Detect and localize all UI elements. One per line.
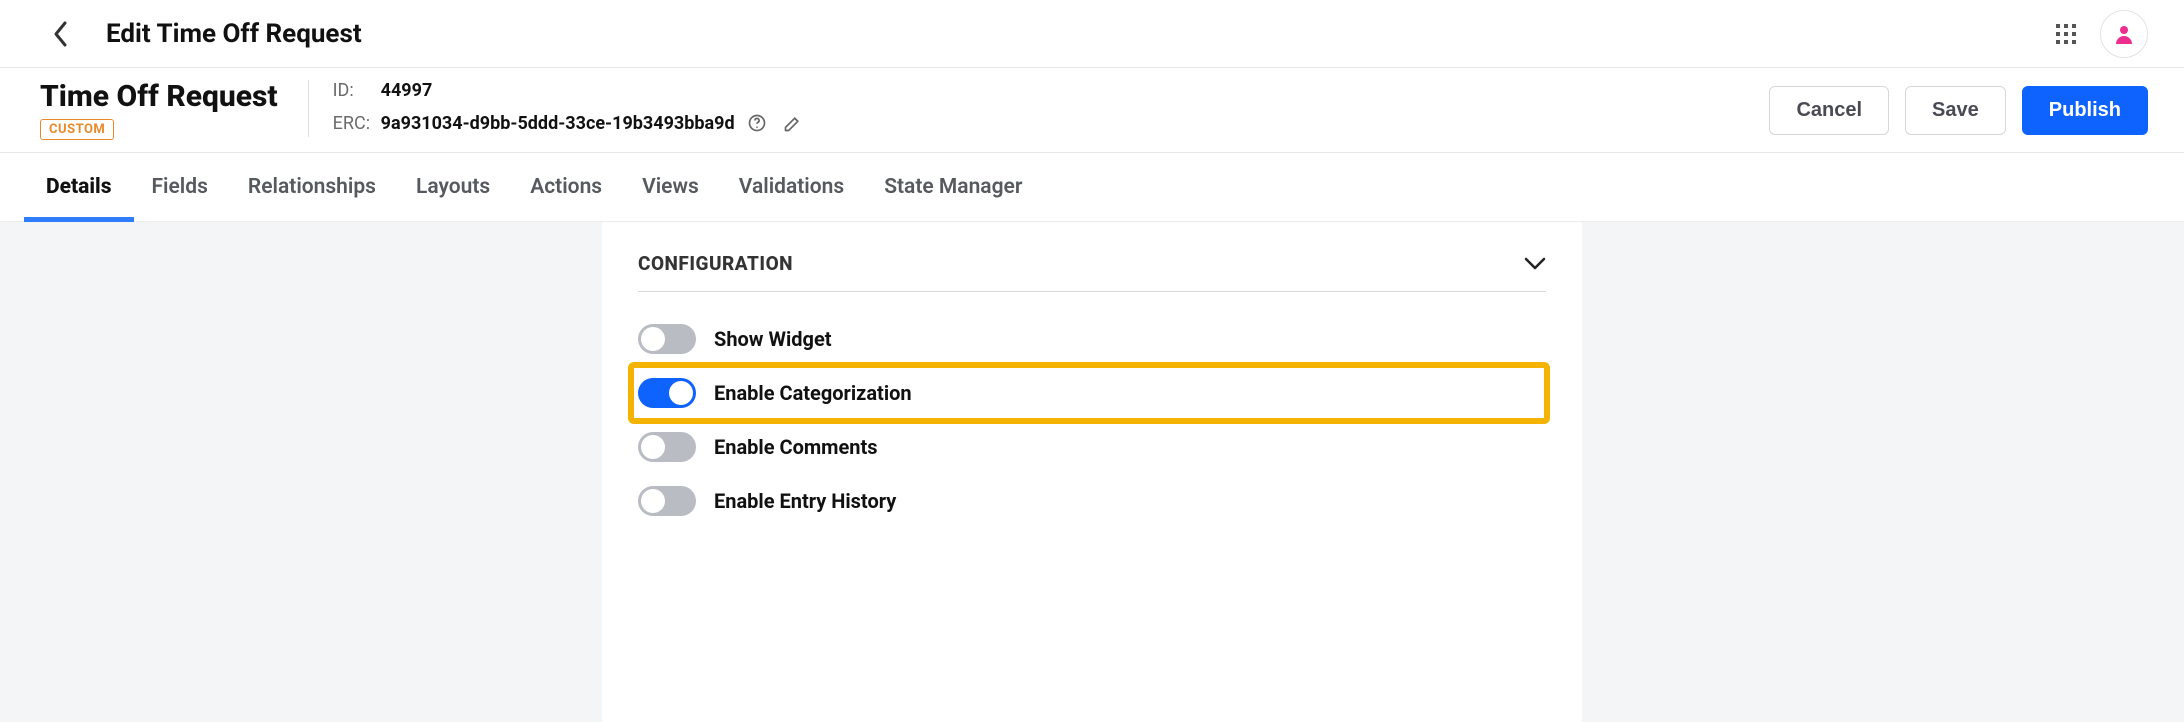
topbar-left: Edit Time Off Request [46,19,362,49]
toggle-knob [641,435,665,459]
entity-id-row: ID: 44997 [333,80,807,101]
entity-name: Time Off Request [40,80,278,113]
save-button[interactable]: Save [1905,86,2006,135]
tab-relationships[interactable]: Relationships [248,153,376,221]
tab-actions[interactable]: Actions [530,153,602,221]
back-button[interactable] [46,19,76,49]
toggle-knob [641,489,665,513]
entity-block: Time Off Request CUSTOM [40,80,278,140]
toggle-enable-comments[interactable] [638,432,696,462]
erc-help-button[interactable] [743,109,771,137]
toggle-label: Enable Entry History [714,489,896,513]
tab-views[interactable]: Views [642,153,699,221]
cancel-button[interactable]: Cancel [1769,86,1889,135]
tab-fields[interactable]: Fields [152,153,208,221]
toggle-enable-entry-history[interactable] [638,486,696,516]
erc-value: 9a931034-d9bb-5ddd-33ce-19b3493bba9d [381,113,735,134]
content-area: CONFIGURATION Show Widget Enable Categor… [0,222,2184,722]
entity-id-block: ID: 44997 ERC: 9a931034-d9bb-5ddd-33ce-1… [308,80,807,137]
toggle-show-widget[interactable] [638,324,696,354]
entity-header-actions: Cancel Save Publish [1769,86,2148,135]
toggle-row-enable-entry-history: Enable Entry History [638,474,1546,528]
chevron-down-icon [1524,257,1546,271]
toggle-label: Enable Categorization [714,381,912,405]
id-label: ID: [333,80,373,101]
erc-edit-button[interactable] [779,109,807,137]
tab-layouts[interactable]: Layouts [416,153,490,221]
apps-grid-icon [2055,23,2077,45]
chevron-left-icon [53,21,69,47]
tab-state-manager[interactable]: State Manager [884,153,1022,221]
toggle-label: Show Widget [714,327,832,351]
configuration-panel: CONFIGURATION Show Widget Enable Categor… [602,222,1582,722]
tab-details[interactable]: Details [46,153,112,221]
toggle-row-show-widget: Show Widget [638,312,1546,366]
entity-erc-row: ERC: 9a931034-d9bb-5ddd-33ce-19b3493bba9… [333,109,807,137]
user-icon [2112,22,2136,46]
apps-grid-button[interactable] [2048,16,2084,52]
toggle-label: Enable Comments [714,435,878,459]
entity-header-left: Time Off Request CUSTOM ID: 44997 ERC: 9… [40,80,807,140]
user-avatar[interactable] [2100,10,2148,58]
section-collapse-toggle[interactable] [1524,257,1546,271]
toggle-knob [669,381,693,405]
entity-header: Time Off Request CUSTOM ID: 44997 ERC: 9… [0,68,2184,153]
id-value: 44997 [381,80,433,101]
toggle-row-enable-categorization: Enable Categorization [632,366,1546,420]
section-title: CONFIGURATION [638,252,793,275]
pencil-icon [783,113,803,133]
tab-validations[interactable]: Validations [739,153,844,221]
toggle-row-enable-comments: Enable Comments [638,420,1546,474]
erc-label: ERC: [333,113,373,134]
tabs-bar: Details Fields Relationships Layouts Act… [0,153,2184,222]
page-title: Edit Time Off Request [106,19,362,49]
help-circle-icon [747,113,767,133]
toggle-knob [641,327,665,351]
custom-badge: CUSTOM [40,119,114,140]
topbar: Edit Time Off Request [0,0,2184,68]
toggle-enable-categorization[interactable] [638,378,696,408]
publish-button[interactable]: Publish [2022,86,2148,135]
topbar-right [2048,10,2148,58]
section-header[interactable]: CONFIGURATION [638,252,1546,292]
